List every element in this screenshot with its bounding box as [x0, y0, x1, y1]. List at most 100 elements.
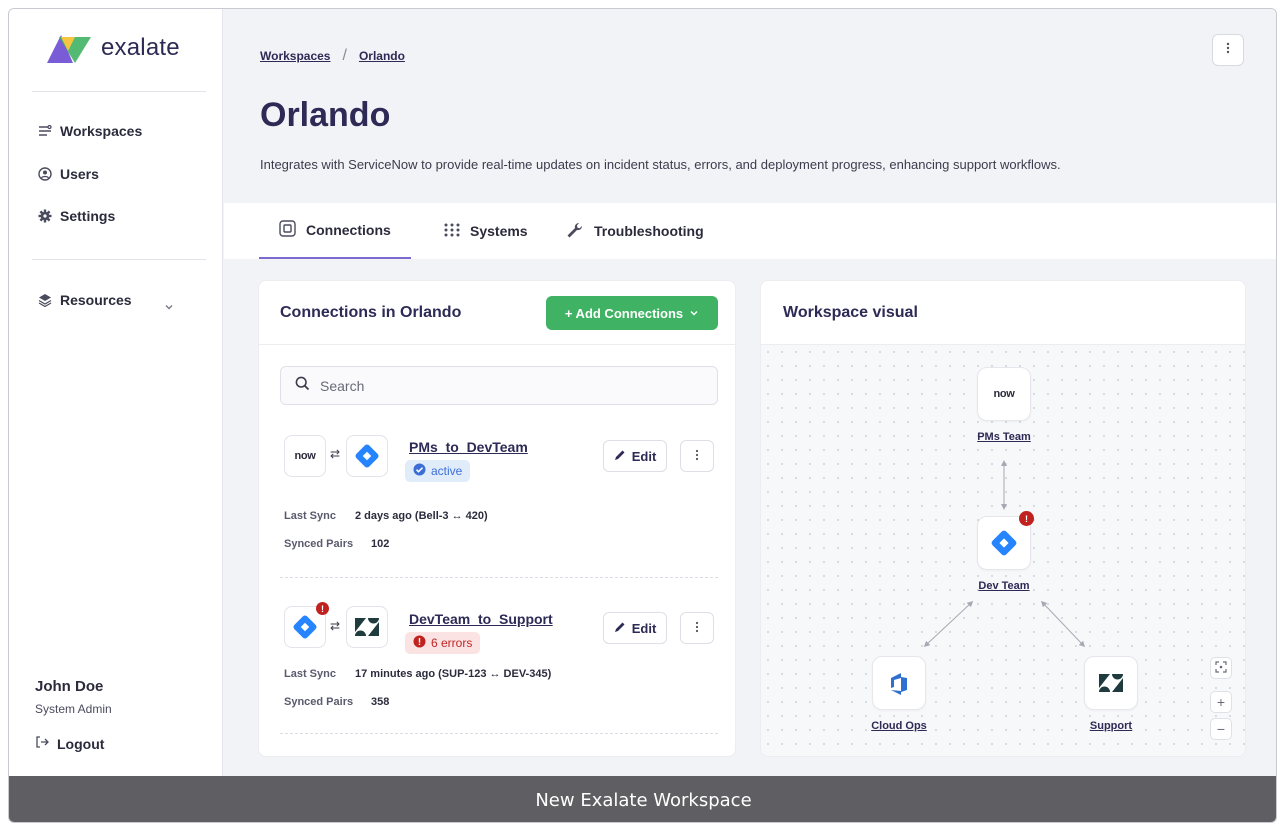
tab-troubleshooting[interactable]: Troubleshooting	[546, 203, 724, 259]
user-name: John Doe	[35, 678, 104, 695]
logout-label: Logout	[57, 735, 105, 752]
more-options-button[interactable]	[680, 440, 714, 472]
wrench-icon	[566, 222, 584, 241]
edit-label: Edit	[631, 620, 657, 636]
users-icon	[38, 167, 52, 181]
status-text: active	[431, 464, 463, 478]
sidebar-item-users[interactable]: Users	[38, 166, 99, 182]
divider	[280, 577, 718, 578]
tab-bar: Connections Systems Troubleshooting	[224, 203, 1276, 259]
breadcrumb-separator: /	[342, 47, 347, 64]
node-cloud-ops[interactable]	[872, 656, 926, 710]
exalate-logo[interactable]: exalate	[45, 31, 180, 65]
sidebar-item-label: Resources	[60, 292, 132, 308]
sidebar-item-label: Settings	[60, 208, 116, 224]
tab-connections[interactable]: Connections	[259, 203, 411, 259]
synced-pairs-label: Synced Pairs	[284, 696, 354, 708]
zendesk-system-logo	[346, 606, 388, 648]
sidebar-item-label: Users	[60, 166, 99, 182]
sidebar: exalate Workspaces Users Settings Resour…	[9, 9, 223, 776]
error-indicator: !	[316, 602, 329, 615]
logo-text: exalate	[101, 34, 180, 61]
last-sync-value: 17 minutes ago (SUP-123 ↔ DEV-345)	[355, 668, 552, 680]
node-label-pms-team[interactable]: PMs Team	[957, 431, 1051, 443]
azure-devops-icon	[891, 673, 907, 695]
tab-label: Systems	[470, 223, 528, 239]
grid-dots-icon	[444, 223, 460, 240]
divider	[259, 344, 735, 345]
chevron-down-icon	[689, 306, 699, 321]
exalate-logo-icon	[47, 35, 91, 63]
kebab-icon	[1226, 41, 1230, 59]
zendesk-icon	[1099, 674, 1123, 692]
layers-icon	[38, 293, 52, 307]
search-field[interactable]	[280, 366, 718, 405]
node-support[interactable]	[1084, 656, 1138, 710]
node-label-dev-team[interactable]: Dev Team	[957, 580, 1051, 592]
sidebar-item-workspaces[interactable]: Workspaces	[38, 123, 142, 139]
jira-system-logo	[346, 435, 388, 477]
sidebar-item-label: Workspaces	[60, 123, 143, 139]
add-connections-button[interactable]: + Add Connections	[546, 296, 718, 330]
last-sync-label: Last Sync	[284, 668, 336, 680]
tab-label: Connections	[306, 222, 391, 238]
workspace-visual-canvas[interactable]: now PMs Team ! Dev Team Cloud Ops Suppor…	[761, 345, 1245, 756]
zoom-out-button[interactable]: −	[1210, 718, 1232, 740]
more-options-button[interactable]	[1212, 34, 1244, 66]
zoom-in-button[interactable]: +	[1210, 691, 1232, 713]
fit-view-button[interactable]	[1210, 657, 1232, 679]
gear-icon	[38, 209, 52, 223]
kebab-icon	[695, 621, 699, 636]
connections-icon	[279, 220, 296, 240]
user-role: System Admin	[35, 702, 112, 716]
workspace-visual-panel: Workspace visual now PMs Team ! Dev Team…	[760, 280, 1246, 757]
node-label-support[interactable]: Support	[1065, 720, 1157, 732]
breadcrumb-workspaces-link[interactable]: Workspaces	[260, 49, 330, 63]
plus-icon: +	[1216, 694, 1226, 710]
workspaces-icon	[38, 124, 52, 138]
logout-icon	[35, 735, 49, 752]
error-icon	[413, 635, 426, 651]
minus-icon: −	[1216, 721, 1226, 737]
caption-bar: New Exalate Workspace	[9, 776, 1276, 822]
search-input[interactable]	[320, 377, 680, 394]
sidebar-item-resources[interactable]: Resources	[38, 292, 132, 308]
servicenow-logo-text: now	[993, 388, 1015, 400]
focus-icon	[1215, 660, 1227, 676]
workspace-visual-title: Workspace visual	[783, 304, 918, 321]
jira-icon	[293, 615, 317, 639]
status-text: 6 errors	[431, 636, 473, 650]
kebab-icon	[695, 449, 699, 464]
synced-pairs-value: 358	[371, 696, 390, 708]
node-pms-team[interactable]: now	[977, 367, 1031, 421]
page-description: Integrates with ServiceNow to provide re…	[260, 157, 1061, 172]
tab-systems[interactable]: Systems	[424, 203, 548, 259]
pencil-icon	[614, 449, 626, 464]
sync-arrows-icon: ⇄	[330, 619, 341, 633]
status-badge: active	[405, 460, 471, 482]
connection-name-link[interactable]: PMs_to_DevTeam	[409, 439, 528, 455]
connection-item: ! ⇄ DevTeam_to_Support 6 errors Edit Las…	[259, 599, 735, 756]
node-label-cloud-ops[interactable]: Cloud Ops	[853, 720, 945, 732]
connection-name-link[interactable]: DevTeam_to_Support	[409, 611, 553, 627]
jira-icon	[991, 530, 1017, 556]
divider	[32, 91, 206, 92]
last-sync-label: Last Sync	[284, 510, 336, 522]
synced-pairs-label: Synced Pairs	[284, 538, 354, 550]
pencil-icon	[614, 621, 626, 636]
chevron-down-icon[interactable]	[164, 301, 174, 315]
app-window: exalate Workspaces Users Settings Resour…	[8, 8, 1277, 823]
workspace-visual-header: Workspace visual	[761, 281, 1245, 345]
error-indicator: !	[1019, 511, 1034, 526]
divider	[32, 259, 206, 260]
more-options-button[interactable]	[680, 612, 714, 644]
breadcrumb-current-link[interactable]: Orlando	[359, 49, 405, 63]
servicenow-system-logo: now	[284, 435, 326, 477]
edit-button[interactable]: Edit	[603, 612, 667, 644]
divider	[280, 733, 718, 734]
synced-pairs-value: 102	[371, 538, 390, 550]
sidebar-item-settings[interactable]: Settings	[38, 208, 115, 224]
edit-button[interactable]: Edit	[603, 440, 667, 472]
check-circle-icon	[413, 463, 426, 479]
logout-button[interactable]: Logout	[35, 735, 104, 752]
